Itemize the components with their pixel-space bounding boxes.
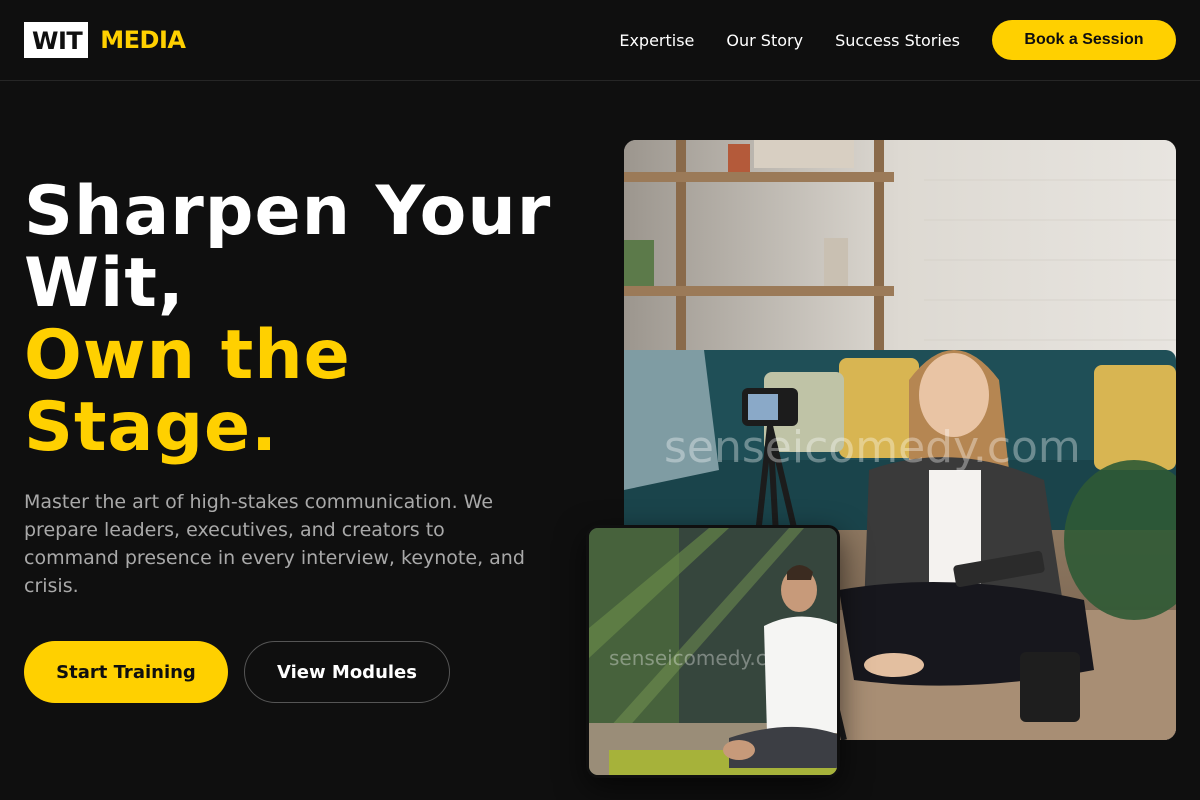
main-nav: Expertise Our Story Success Stories Book… xyxy=(619,20,1176,60)
nav-link-success-stories[interactable]: Success Stories xyxy=(835,31,960,50)
hero-title-line-1: Sharpen Your xyxy=(24,172,552,251)
logo-box: WIT xyxy=(24,22,89,58)
view-modules-button[interactable]: View Modules xyxy=(244,641,450,703)
logo-text: MEDIA xyxy=(100,26,186,54)
hero-title-line-2: Wit, xyxy=(24,244,185,323)
hero-inset-image: senseicomedy.c xyxy=(586,525,840,778)
hero-title-accent-line-1: Own the xyxy=(24,316,351,395)
logo[interactable]: WIT MEDIA xyxy=(24,22,186,58)
nav-link-expertise[interactable]: Expertise xyxy=(619,31,694,50)
nav-link-our-story[interactable]: Our Story xyxy=(726,31,803,50)
hero-description: Master the art of high-stakes communicat… xyxy=(24,491,525,597)
start-training-button[interactable]: Start Training xyxy=(24,641,228,703)
hero-title-accent-line-2: Stage. xyxy=(24,388,278,467)
inset-image-watermark: senseicomedy.c xyxy=(609,646,767,670)
book-session-button[interactable]: Book a Session xyxy=(992,20,1176,60)
main-image-watermark: senseicomedy.com xyxy=(664,422,1081,473)
hero-title: Sharpen Your Wit, Own the Stage. xyxy=(24,176,604,464)
site-header: WIT MEDIA Expertise Our Story Success St… xyxy=(0,0,1200,81)
